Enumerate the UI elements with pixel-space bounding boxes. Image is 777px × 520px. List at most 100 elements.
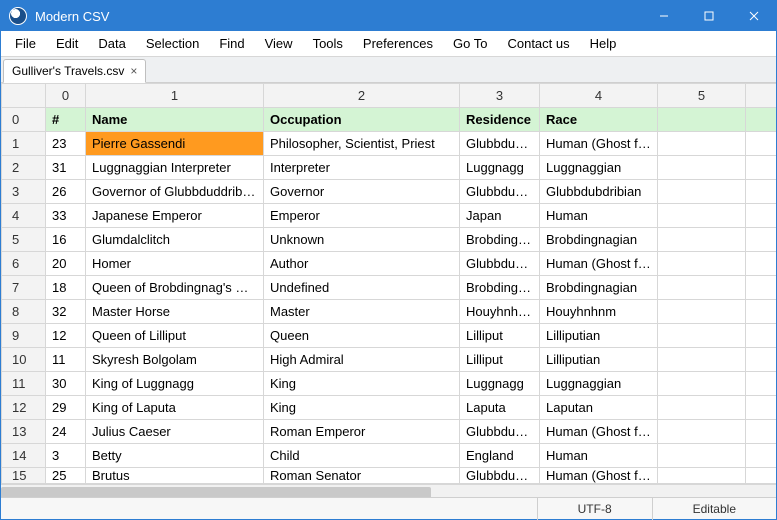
row-header[interactable]: 4 bbox=[2, 203, 46, 227]
table-row[interactable]: 123Pierre GassendiPhilosopher, Scientist… bbox=[2, 131, 777, 155]
cell[interactable] bbox=[746, 131, 777, 155]
cell[interactable] bbox=[746, 347, 777, 371]
cell[interactable] bbox=[746, 299, 777, 323]
cell[interactable]: England bbox=[460, 443, 540, 467]
table-row[interactable]: 1130King of LuggnaggKingLuggnaggLuggnagg… bbox=[2, 371, 777, 395]
tab-close-icon[interactable]: × bbox=[130, 64, 137, 78]
table-row[interactable]: 1229King of LaputaKingLaputaLaputan bbox=[2, 395, 777, 419]
cell[interactable]: Queen of Brobdingnag's Dwarf bbox=[86, 275, 264, 299]
row-header[interactable]: 11 bbox=[2, 371, 46, 395]
col-header[interactable]: 2 bbox=[264, 83, 460, 107]
cell[interactable]: 12 bbox=[46, 323, 86, 347]
cell[interactable]: Luggnagg bbox=[460, 371, 540, 395]
cell[interactable] bbox=[658, 131, 746, 155]
file-tab[interactable]: Gulliver's Travels.csv × bbox=[3, 59, 146, 83]
cell[interactable]: 29 bbox=[46, 395, 86, 419]
cell[interactable] bbox=[658, 203, 746, 227]
menu-help[interactable]: Help bbox=[580, 33, 627, 54]
cell[interactable]: Human (Ghost form) bbox=[540, 131, 658, 155]
table-row[interactable]: 620HomerAuthorGlubbdubdribHuman (Ghost f… bbox=[2, 251, 777, 275]
cell[interactable] bbox=[658, 371, 746, 395]
cell[interactable]: Glubbdubdribian bbox=[540, 179, 658, 203]
cell[interactable] bbox=[746, 251, 777, 275]
table-row[interactable]: 718Queen of Brobdingnag's DwarfUndefined… bbox=[2, 275, 777, 299]
row-header[interactable]: 1 bbox=[2, 131, 46, 155]
table-row[interactable]: 433Japanese EmperorEmperorJapanHuman bbox=[2, 203, 777, 227]
cell[interactable]: Human (Ghost form) bbox=[540, 419, 658, 443]
cell[interactable]: Queen of Lilliput bbox=[86, 323, 264, 347]
cell[interactable] bbox=[658, 227, 746, 251]
cell[interactable]: Lilliputian bbox=[540, 347, 658, 371]
cell[interactable]: Laputan bbox=[540, 395, 658, 419]
col-header[interactable]: 5 bbox=[658, 83, 746, 107]
cell[interactable] bbox=[746, 419, 777, 443]
cell[interactable]: Occupation bbox=[264, 107, 460, 131]
cell[interactable] bbox=[746, 467, 777, 483]
row-header[interactable]: 9 bbox=[2, 323, 46, 347]
cell[interactable] bbox=[658, 323, 746, 347]
cell[interactable]: Human bbox=[540, 443, 658, 467]
cell[interactable] bbox=[658, 275, 746, 299]
cell[interactable]: 31 bbox=[46, 155, 86, 179]
cell[interactable]: Glubbdubdrib bbox=[460, 419, 540, 443]
titlebar[interactable]: Modern CSV bbox=[1, 1, 776, 31]
cell[interactable]: 11 bbox=[46, 347, 86, 371]
status-mode[interactable]: Editable bbox=[652, 498, 776, 520]
table-row[interactable]: 1011Skyresh BolgolamHigh AdmiralLilliput… bbox=[2, 347, 777, 371]
cell[interactable]: Luggnaggian bbox=[540, 155, 658, 179]
cell[interactable]: Governor of Glubbduddribbian bbox=[86, 179, 264, 203]
cell[interactable]: 23 bbox=[46, 131, 86, 155]
cell[interactable]: 26 bbox=[46, 179, 86, 203]
cell[interactable] bbox=[658, 155, 746, 179]
cell[interactable] bbox=[746, 323, 777, 347]
col-header[interactable]: 4 bbox=[540, 83, 658, 107]
cell[interactable]: King of Luggnagg bbox=[86, 371, 264, 395]
cell[interactable]: King bbox=[264, 371, 460, 395]
cell[interactable]: Interpreter bbox=[264, 155, 460, 179]
table-row[interactable]: 231Luggnaggian InterpreterInterpreterLug… bbox=[2, 155, 777, 179]
cell[interactable]: Brutus bbox=[86, 467, 264, 483]
cell[interactable]: Name bbox=[86, 107, 264, 131]
cell[interactable]: Brobdingnag bbox=[460, 275, 540, 299]
cell[interactable]: King of Laputa bbox=[86, 395, 264, 419]
cell[interactable]: Luggnagg bbox=[460, 155, 540, 179]
cell[interactable] bbox=[658, 419, 746, 443]
cell[interactable] bbox=[658, 251, 746, 275]
cell[interactable] bbox=[746, 371, 777, 395]
cell[interactable]: Lilliput bbox=[460, 347, 540, 371]
table-row[interactable]: 1525BrutusRoman SenatorGlubbdubdribHuman… bbox=[2, 467, 777, 483]
col-header-extra[interactable] bbox=[746, 83, 777, 107]
row-header[interactable]: 6 bbox=[2, 251, 46, 275]
table-row[interactable]: 143BettyChildEnglandHuman bbox=[2, 443, 777, 467]
maximize-button[interactable] bbox=[686, 1, 731, 31]
cell[interactable] bbox=[658, 179, 746, 203]
row-header[interactable]: 8 bbox=[2, 299, 46, 323]
cell[interactable] bbox=[746, 275, 777, 299]
cell[interactable]: Skyresh Bolgolam bbox=[86, 347, 264, 371]
cell[interactable]: Luggnaggian bbox=[540, 371, 658, 395]
table-row[interactable]: 516GlumdalclitchUnknownBrobdingnagBrobdi… bbox=[2, 227, 777, 251]
column-header-row[interactable]: 012345 bbox=[2, 83, 777, 107]
cell[interactable]: High Admiral bbox=[264, 347, 460, 371]
cell[interactable]: Lilliputian bbox=[540, 323, 658, 347]
cell[interactable]: Pierre Gassendi bbox=[86, 131, 264, 155]
cell[interactable]: Brobdingnagian bbox=[540, 275, 658, 299]
row-header[interactable]: 12 bbox=[2, 395, 46, 419]
row-header[interactable]: 2 bbox=[2, 155, 46, 179]
cell[interactable]: Master bbox=[264, 299, 460, 323]
cell[interactable] bbox=[658, 299, 746, 323]
cell[interactable]: Glumdalclitch bbox=[86, 227, 264, 251]
cell[interactable] bbox=[658, 347, 746, 371]
menu-file[interactable]: File bbox=[5, 33, 46, 54]
cell[interactable] bbox=[658, 443, 746, 467]
cell[interactable]: Houyhnhnm bbox=[540, 299, 658, 323]
horizontal-scrollbar[interactable] bbox=[1, 484, 776, 497]
status-encoding[interactable]: UTF-8 bbox=[537, 498, 652, 520]
cell[interactable] bbox=[746, 203, 777, 227]
cell[interactable]: Human bbox=[540, 203, 658, 227]
row-header[interactable]: 15 bbox=[2, 467, 46, 483]
cell[interactable]: 20 bbox=[46, 251, 86, 275]
cell[interactable]: Child bbox=[264, 443, 460, 467]
cell[interactable]: Glubbdubdrib bbox=[460, 131, 540, 155]
cell[interactable]: 32 bbox=[46, 299, 86, 323]
